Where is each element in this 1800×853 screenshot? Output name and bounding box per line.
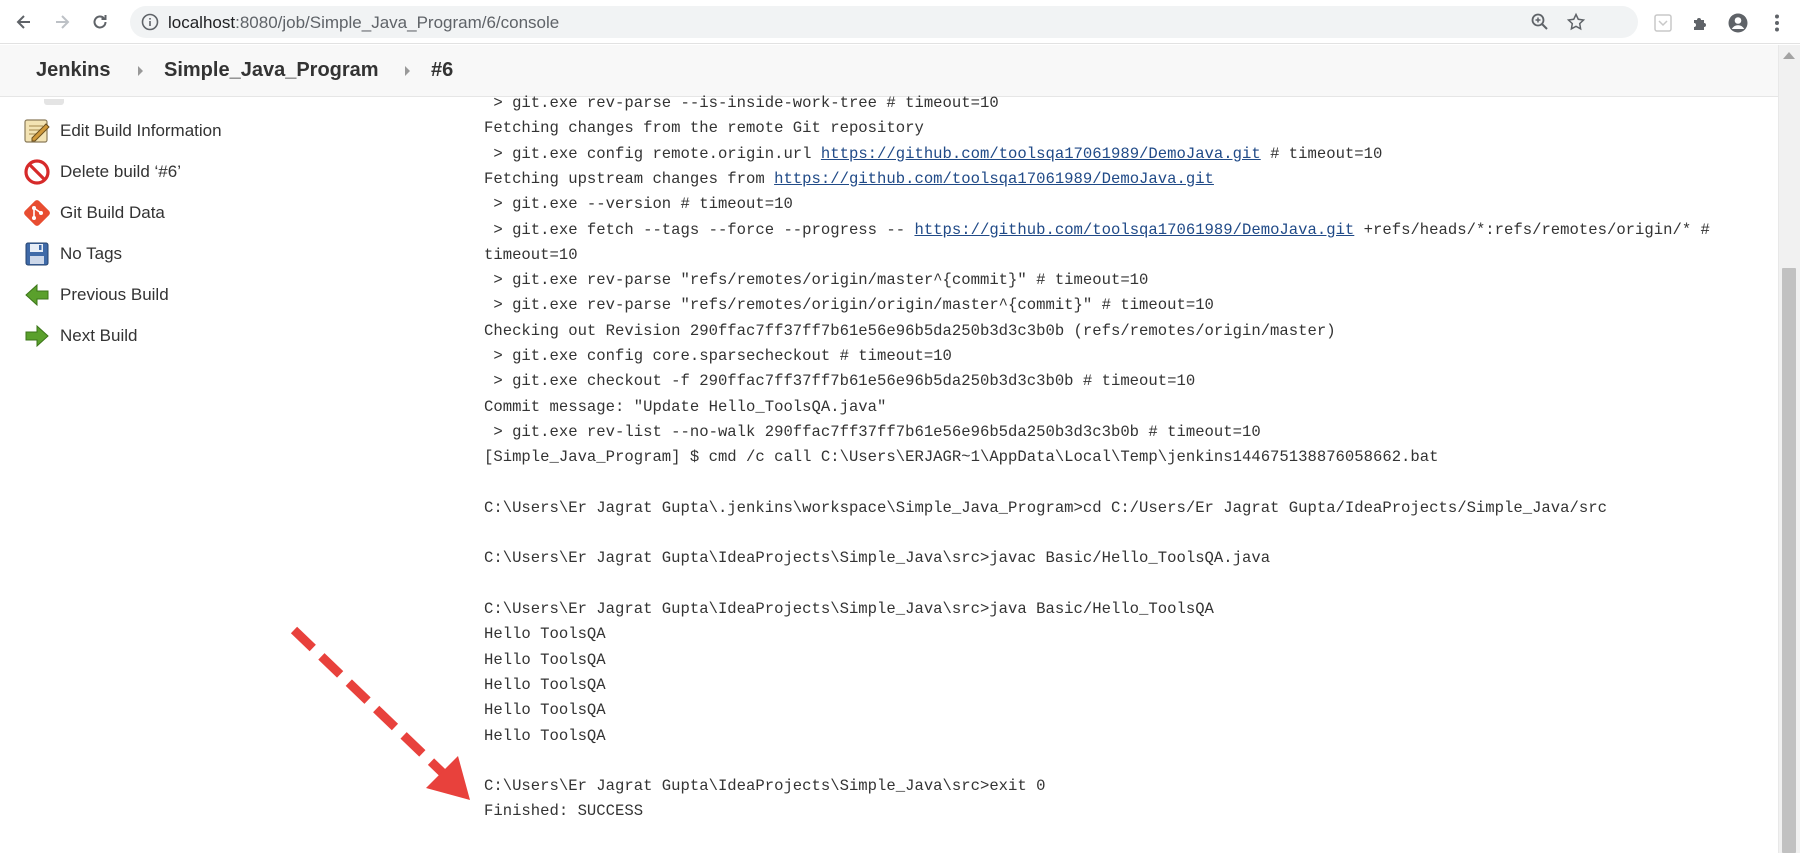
console-line: > git.exe config core.sparsecheckout # t… [484, 347, 952, 365]
url-text: localhost:8080/job/Simple_Java_Program/6… [168, 13, 560, 32]
console-line: > git.exe --version # timeout=10 [484, 195, 793, 214]
partial-icon [44, 99, 64, 105]
green-left-arrow-icon [22, 280, 52, 310]
forward-icon[interactable] [48, 8, 76, 36]
bookmark-star-icon[interactable] [1566, 12, 1586, 32]
scroll-up-arrow-icon[interactable] [1783, 52, 1795, 59]
console-line: timeout=10 [484, 245, 578, 264]
console-line: Hello ToolsQA [484, 675, 606, 694]
menu-dots-icon[interactable] [1766, 12, 1788, 34]
console-line: [Simple_Java_Program] $ cmd /c call C:\U… [484, 448, 1439, 467]
console-line: > git.exe checkout -f 290ffac7ff37ff7b61… [484, 372, 1196, 391]
profile-avatar-icon[interactable] [1727, 12, 1749, 34]
breadcrumb-separator [138, 66, 143, 76]
console-line: Hello ToolsQA [484, 650, 606, 669]
breadcrumb-build[interactable]: #6 [431, 59, 453, 82]
extension-icon[interactable] [1652, 12, 1674, 34]
console-line: > git.exe fetch --tags --force --progres… [484, 220, 1710, 239]
breadcrumb: Jenkins Simple_Java_Program #6 [0, 45, 1778, 97]
green-right-arrow-icon [22, 321, 52, 351]
console-line: > git.exe config remote.origin.url https… [484, 144, 1383, 163]
scrollbar-thumb[interactable] [1782, 268, 1796, 853]
console-line: Hello ToolsQA [484, 701, 606, 720]
puzzle-icon[interactable] [1690, 12, 1712, 34]
sidebar-item-no-tags[interactable]: No Tags [22, 238, 122, 270]
reload-icon[interactable] [86, 8, 114, 36]
sidebar-item-previous-build[interactable]: Previous Build [22, 279, 169, 311]
console-line: > git.exe rev-parse "refs/remotes/origin… [484, 296, 1214, 315]
console-line: Checking out Revision 290ffac7ff37ff7b61… [484, 321, 1336, 340]
console-line: > git.exe rev-parse --is-inside-work-tre… [484, 94, 999, 112]
console-line: > git.exe rev-list --no-walk 290ffac7ff3… [484, 422, 1261, 441]
console-line: Fetching upstream changes from https://g… [484, 169, 1214, 188]
sidebar-item-next-build[interactable]: Next Build [22, 320, 137, 352]
zoom-icon[interactable] [1530, 12, 1550, 32]
repo-link[interactable]: https://github.com/toolsqa17061989/DemoJ… [774, 170, 1214, 188]
browser-toolbar: localhost:8080/job/Simple_Java_Program/6… [0, 0, 1800, 44]
address-bar[interactable]: localhost:8080/job/Simple_Java_Program/6… [130, 6, 1638, 38]
repo-link[interactable]: https://github.com/toolsqa17061989/DemoJ… [914, 221, 1354, 239]
console-line: Hello ToolsQA [484, 726, 606, 745]
console-line: C:\Users\Er Jagrat Gupta\IdeaProjects\Si… [484, 549, 1271, 568]
site-info-icon[interactable] [140, 12, 160, 32]
no-entry-icon [22, 157, 52, 187]
breadcrumb-job[interactable]: Simple_Java_Program [164, 59, 379, 82]
console-line-finished: Finished: SUCCESS [484, 802, 644, 821]
back-icon[interactable] [10, 8, 38, 36]
sidebar-item-delete-build[interactable]: Delete build ‘#6’ [22, 156, 181, 188]
repo-link[interactable]: https://github.com/toolsqa17061989/DemoJ… [821, 145, 1261, 163]
sidebar-item-git-build-data[interactable]: Git Build Data [22, 197, 165, 229]
console-line: Commit message: "Update Hello_ToolsQA.ja… [484, 397, 887, 416]
console-line: C:\Users\Er Jagrat Gupta\IdeaProjects\Si… [484, 777, 1046, 796]
breadcrumb-jenkins[interactable]: Jenkins [36, 59, 110, 82]
annotation-arrow-icon [290, 626, 470, 800]
console-line: Fetching changes from the remote Git rep… [484, 119, 924, 138]
sidebar-item-edit-build-information[interactable]: Edit Build Information [22, 115, 222, 147]
console-line: > git.exe rev-parse "refs/remotes/origin… [484, 271, 1149, 290]
console-line: Hello ToolsQA [484, 625, 606, 644]
breadcrumb-separator [405, 66, 410, 76]
console-line: C:\Users\Er Jagrat Gupta\.jenkins\worksp… [484, 498, 1607, 517]
notepad-pencil-icon [22, 116, 52, 146]
git-logo-icon [22, 198, 52, 228]
console-line: C:\Users\Er Jagrat Gupta\IdeaProjects\Si… [484, 600, 1214, 618]
console-output: > git.exe rev-parse --is-inside-work-tre… [484, 91, 1774, 851]
floppy-disk-icon [22, 239, 52, 269]
